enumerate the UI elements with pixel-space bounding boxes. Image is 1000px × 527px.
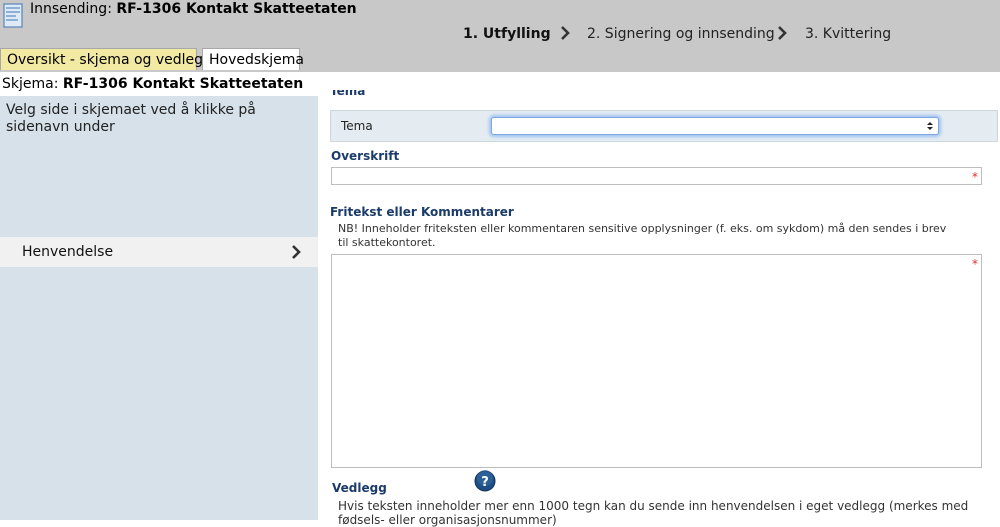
overskrift-heading: Overskrift — [331, 149, 400, 163]
page-title: Innsending: RF-1306 Kontakt Skatteetaten — [30, 1, 357, 17]
title-form-name: RF-1306 Kontakt Skatteetaten — [116, 1, 357, 17]
sidebar-item-henvendelse[interactable]: Henvendelse — [0, 237, 318, 267]
document-icon — [3, 3, 23, 28]
title-prefix: Innsending: — [30, 1, 112, 17]
chevron-right-icon — [561, 26, 570, 40]
select-arrows-icon — [927, 122, 933, 130]
skjema-prefix: Skjema: — [2, 76, 59, 92]
required-marker: * — [972, 257, 978, 271]
skjema-name: RF-1306 Kontakt Skatteetaten — [62, 76, 304, 92]
tema-label: Tema — [341, 119, 373, 133]
step-kvittering: 3. Kvittering — [805, 26, 892, 42]
step-signering: 2. Signering og innsending — [587, 26, 775, 42]
form-name-line: Skjema: RF-1306 Kontakt Skatteetaten — [0, 72, 1000, 96]
vedlegg-heading: Vedlegg — [332, 481, 387, 495]
fritekst-note: NB! Inneholder friteksten eller kommenta… — [338, 222, 947, 249]
help-icon[interactable]: ? — [474, 470, 496, 492]
tema-select[interactable] — [491, 117, 939, 135]
step-utfylling: 1. Utfylling — [463, 26, 551, 42]
fritekst-heading: Fritekst eller Kommentarer — [330, 205, 514, 219]
required-marker: * — [972, 170, 978, 184]
chevron-right-icon — [292, 245, 301, 259]
tema-row: Tema — [330, 110, 998, 142]
sidebar: Velg side i skjemaet ved å klikke på sid… — [0, 96, 318, 520]
chevron-right-icon — [778, 26, 787, 40]
svg-text:?: ? — [481, 475, 489, 490]
form-main: Tema Tema Overskrift Fritekst eller Komm… — [318, 90, 1000, 527]
sidebar-instruction: Velg side i skjemaet ved å klikke på sid… — [6, 102, 256, 135]
tab-oversikt[interactable]: Oversikt - skjema og vedlegg — [0, 48, 212, 70]
tema-heading: Tema — [330, 90, 366, 98]
fritekst-textarea[interactable] — [331, 254, 982, 468]
tab-hovedskjema[interactable]: Hovedskjema — [202, 48, 304, 70]
sidebar-item-label: Henvendelse — [22, 244, 114, 260]
vedlegg-text: Hvis teksten inneholder mer enn 1000 teg… — [338, 499, 969, 527]
overskrift-input[interactable] — [331, 167, 982, 185]
